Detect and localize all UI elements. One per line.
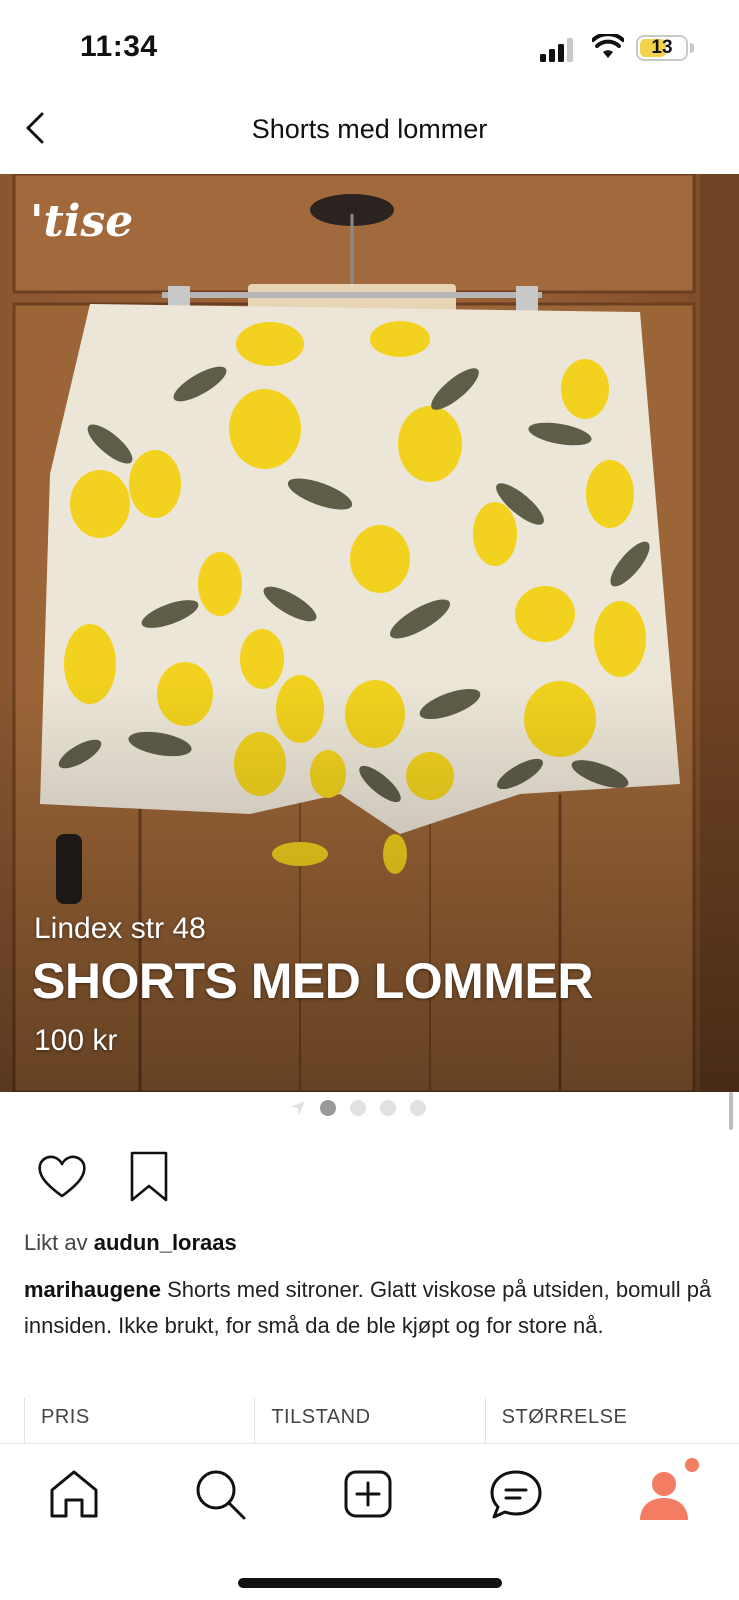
page-title: Shorts med lommer	[251, 114, 488, 144]
add-icon[interactable]	[338, 1464, 398, 1524]
liked-by: Likt av audun_loraas	[24, 1230, 237, 1256]
product-info-table: PRIS TILSTAND STØRRELSE	[24, 1398, 715, 1444]
scrollbar[interactable]	[729, 1092, 733, 1130]
product-brand-size: Lindex str 48	[34, 912, 206, 945]
battery-indicator: 13	[636, 35, 688, 61]
home-indicator[interactable]	[238, 1578, 502, 1588]
product-image[interactable]: 'tise Lindex str 48 SHORTS MED LOMMER 10…	[0, 174, 739, 1092]
product-title: SHORTS MED LOMMER	[32, 953, 593, 1009]
info-header-price: PRIS	[24, 1398, 254, 1444]
nav-header: Shorts med lommer	[0, 90, 739, 174]
product-price: 100 kr	[34, 1024, 118, 1057]
info-header-condition: TILSTAND	[254, 1398, 484, 1444]
seller-username[interactable]: marihaugene	[24, 1277, 161, 1302]
product-description: marihaugene Shorts med sitroner. Glatt v…	[24, 1272, 724, 1344]
chat-icon[interactable]	[486, 1464, 546, 1524]
image-pager	[290, 1098, 426, 1118]
liked-by-user[interactable]: audun_loraas	[94, 1230, 237, 1255]
status-bar: 11:34 13	[0, 0, 739, 90]
search-icon[interactable]	[190, 1464, 250, 1524]
action-bar	[34, 1150, 178, 1204]
location-arrow-icon	[291, 1101, 305, 1115]
status-time: 11:34	[80, 30, 158, 63]
pager-dot[interactable]	[320, 1100, 336, 1116]
bookmark-icon[interactable]	[122, 1150, 178, 1204]
info-header-size: STØRRELSE	[484, 1398, 715, 1444]
brand-logo: 'tise	[30, 196, 134, 247]
bottom-tab-bar	[0, 1443, 739, 1600]
battery-cap	[690, 43, 694, 53]
heart-icon[interactable]	[34, 1150, 90, 1204]
battery-level: 13	[651, 37, 673, 58]
pager-dot[interactable]	[410, 1100, 426, 1116]
notification-badge	[685, 1458, 699, 1472]
wifi-icon	[592, 34, 624, 58]
pager-dot[interactable]	[350, 1100, 366, 1116]
home-icon[interactable]	[44, 1464, 104, 1524]
cellular-signal-icon	[540, 38, 573, 62]
pager-dot[interactable]	[380, 1100, 396, 1116]
liked-by-label: Likt av	[24, 1230, 88, 1255]
profile-icon[interactable]	[634, 1464, 694, 1524]
